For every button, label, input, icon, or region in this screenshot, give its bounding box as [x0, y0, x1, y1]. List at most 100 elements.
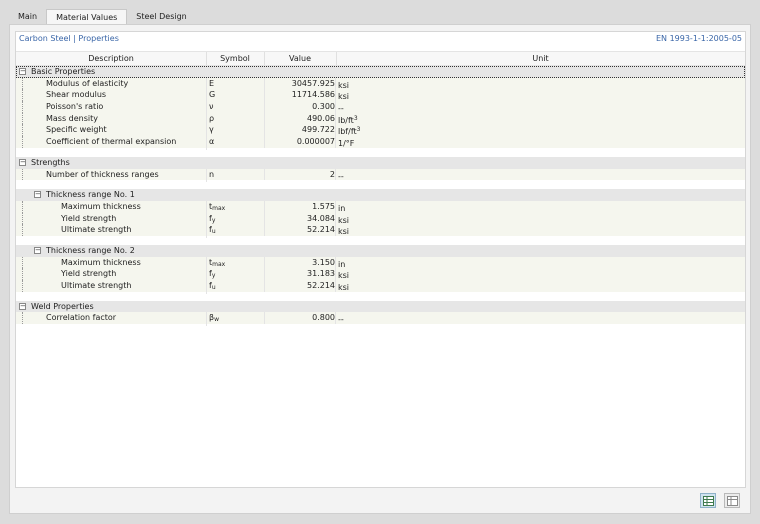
property-description: Correlation factor: [46, 313, 117, 323]
column-unit[interactable]: Unit: [336, 52, 745, 65]
unit-text: ksi: [338, 227, 350, 237]
symbol-text: ρ: [209, 113, 215, 123]
symbol-subscript: y: [211, 272, 216, 280]
property-unit: 1/°F: [338, 136, 738, 150]
property-value[interactable]: 52.214: [264, 224, 336, 236]
tab-material-values[interactable]: Material Values: [46, 9, 128, 25]
property-description: Shear modulus: [46, 90, 107, 100]
properties-panel: Carbon Steel | Properties EN 1993-1-1:20…: [9, 24, 751, 514]
grid-titlebar: Carbon Steel | Properties EN 1993-1-1:20…: [16, 32, 745, 45]
property-row[interactable]: Ultimate strength fu 52.214 ksi: [16, 280, 745, 294]
property-value[interactable]: 11714.586: [264, 89, 336, 102]
property-row[interactable]: Mass density ρ 490.06 lb/ft3: [16, 112, 745, 127]
property-description: Poisson's ratio: [46, 102, 104, 112]
property-value[interactable]: 30457.925: [264, 77, 336, 90]
section-label: Thickness range No. 1: [46, 190, 135, 200]
property-value[interactable]: 2: [264, 168, 336, 181]
property-description: Modulus of elasticity: [46, 78, 129, 88]
property-value[interactable]: 499.722: [264, 124, 336, 137]
property-description: Mass density: [46, 113, 99, 123]
property-row[interactable]: Ultimate strength fu 52.214 ksi: [16, 224, 745, 238]
symbol-text: E: [209, 78, 215, 88]
property-symbol: n: [206, 168, 264, 183]
property-value[interactable]: 34.084: [264, 212, 336, 225]
property-rows: − Basic Properties Modulus of elasticity E 3…: [16, 66, 745, 334]
property-row[interactable]: Maximum thickness tmax 1.575 in: [16, 200, 745, 215]
section-label: Thickness range No. 2: [46, 245, 135, 255]
property-description: Maximum thickness: [61, 201, 141, 211]
section-label: Strengths: [31, 157, 70, 167]
property-value[interactable]: 0.800: [264, 312, 336, 325]
column-description[interactable]: Description: [16, 52, 206, 65]
property-value[interactable]: 31.183: [264, 268, 336, 281]
collapse-icon[interactable]: −: [19, 158, 26, 166]
property-row[interactable]: Coefficient of thermal expansion α 0.00000…: [16, 136, 745, 150]
section-row[interactable]: − Weld Properties: [16, 300, 745, 313]
unit-text: lb/ft: [338, 115, 354, 125]
symbol-text: n: [209, 169, 215, 179]
tab-steel-design[interactable]: Steel Design: [127, 9, 195, 24]
property-unit: ksi: [338, 280, 738, 294]
property-description: Yield strength: [61, 213, 117, 223]
property-row[interactable]: Yield strength fy 31.183 ksi: [16, 268, 745, 283]
column-value[interactable]: Value: [264, 52, 336, 65]
panel-title: Carbon Steel | Properties: [19, 34, 119, 43]
collapse-icon[interactable]: −: [19, 68, 26, 75]
column-symbol[interactable]: Symbol: [206, 52, 264, 65]
property-value[interactable]: 3.150: [264, 256, 336, 269]
tab-bar: Main Material Values Steel Design: [9, 9, 196, 25]
table-view-icon[interactable]: [700, 493, 716, 508]
property-row[interactable]: Shear modulus G 11714.586 ksi: [16, 89, 745, 104]
symbol-text: G: [209, 90, 216, 100]
collapse-icon[interactable]: −: [19, 302, 26, 310]
section-row[interactable]: − Thickness range No. 1: [16, 189, 745, 201]
section-label: Basic Properties: [31, 67, 96, 76]
unit-text: ksi: [338, 283, 350, 292]
section-row[interactable]: − Thickness range No. 2: [16, 244, 745, 257]
property-symbol: α: [206, 136, 264, 150]
property-description: Coefficient of thermal expansion: [46, 137, 177, 147]
property-row[interactable]: Yield strength fy 34.084 ksi: [16, 212, 745, 227]
table-export-icon[interactable]: [724, 493, 740, 508]
unit-text: --: [338, 171, 344, 181]
property-value[interactable]: 1.575: [264, 200, 336, 213]
symbol-text: α: [209, 137, 215, 147]
property-value[interactable]: 0.000007: [264, 136, 336, 148]
tab-main[interactable]: Main: [9, 9, 46, 24]
unit-superscript: 3: [356, 126, 361, 134]
symbol-subscript: w: [214, 316, 220, 324]
unit-text: in: [338, 259, 346, 269]
property-symbol: βw: [206, 312, 264, 327]
unit-superscript: 3: [353, 114, 358, 122]
symbol-text: γ: [209, 125, 214, 135]
property-row[interactable]: Maximum thickness tmax 3.150 in: [16, 256, 745, 271]
property-description: Ultimate strength: [61, 225, 132, 235]
property-description: Specific weight: [46, 125, 107, 135]
section-row[interactable]: − Basic Properties: [16, 66, 745, 78]
symbol-subscript: u: [211, 284, 216, 291]
unit-text: ksi: [338, 271, 350, 281]
property-symbol: fu: [206, 280, 264, 294]
property-description: Number of thickness ranges: [46, 169, 159, 179]
property-row[interactable]: Number of thickness ranges n 2 --: [16, 168, 745, 183]
property-value[interactable]: 0.300: [264, 101, 336, 113]
property-row[interactable]: Correlation factor βw 0.800 --: [16, 312, 745, 327]
symbol-subscript: max: [212, 260, 226, 268]
property-row[interactable]: Modulus of elasticity E 30457.925 ksi: [16, 77, 745, 92]
collapse-icon[interactable]: −: [34, 191, 41, 199]
section-label: Weld Properties: [31, 301, 94, 311]
property-description: Maximum thickness: [61, 257, 141, 267]
symbol-subscript: y: [211, 216, 216, 224]
section-row[interactable]: − Strengths: [16, 156, 745, 169]
unit-text: ksi: [338, 92, 350, 102]
property-symbol: fu: [206, 224, 264, 238]
collapse-icon[interactable]: −: [34, 246, 41, 254]
property-row[interactable]: Poisson's ratio ν 0.300 --: [16, 101, 745, 115]
unit-text: in: [338, 203, 346, 213]
unit-text: --: [338, 315, 344, 325]
unit-text: ksi: [338, 215, 350, 225]
property-value[interactable]: 52.214: [264, 280, 336, 292]
property-value[interactable]: 490.06: [264, 112, 336, 125]
property-row[interactable]: Specific weight γ 499.722 lbf/ft3: [16, 124, 745, 139]
symbol-subscript: u: [211, 228, 216, 236]
